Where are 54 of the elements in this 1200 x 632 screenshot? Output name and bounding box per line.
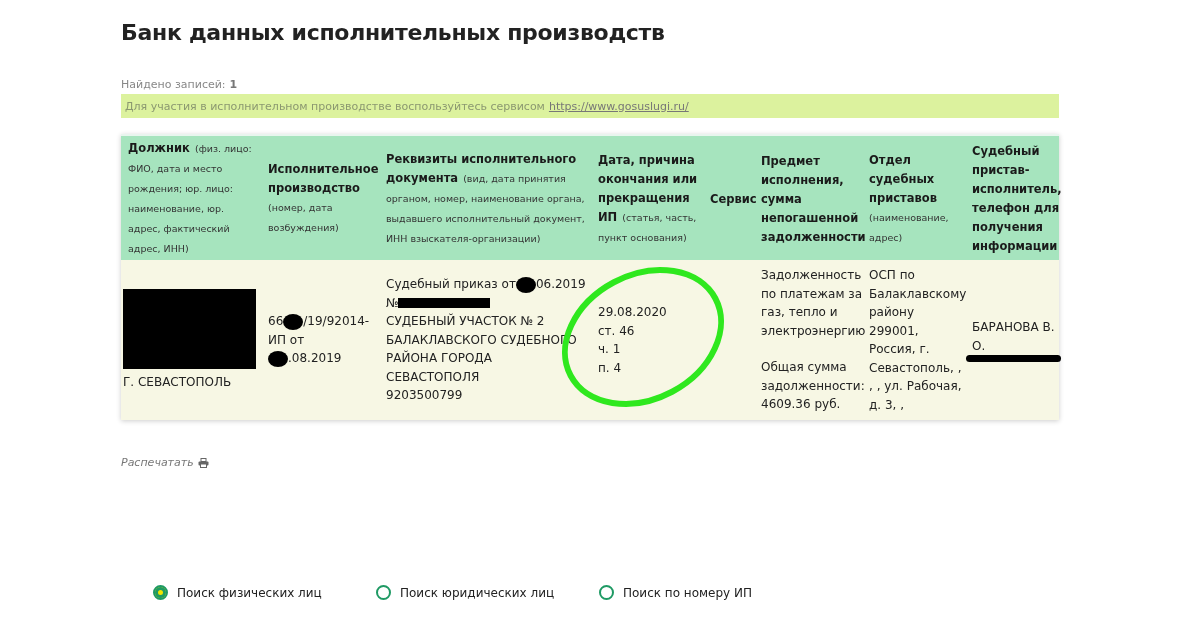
cell-text: 299001, bbox=[869, 322, 920, 340]
cell-text: 66 bbox=[268, 313, 284, 331]
cell-text: Общая сумма bbox=[761, 359, 848, 377]
cell-text: Г. СЕВАСТОПОЛЬ bbox=[123, 373, 233, 391]
column-header: Реквизиты исполнительного документа (вид, дата принятия органом, номер, наименование органа, выдавшего исполнительный документ, ИНН взыскателя-организации) bbox=[386, 150, 586, 246]
redaction-blot bbox=[268, 350, 288, 367]
cell-text: /19/92014- bbox=[303, 313, 370, 331]
cell-text: ст. 46 bbox=[598, 322, 636, 340]
cell-text: 29.08.2020 bbox=[598, 304, 667, 321]
column-header: Исполнительное производство (номер, дата возбуждения) bbox=[268, 161, 379, 235]
column-header: Дата, причина окончания или прекращения ИП (статья, часть, пункт основания) bbox=[598, 151, 699, 245]
redaction-blot bbox=[515, 276, 536, 293]
cell-text: ч. 1 bbox=[598, 341, 622, 358]
cell-text: РАЙОНА ГОРОДА bbox=[386, 349, 493, 368]
cell-text: по платежам за bbox=[761, 285, 863, 303]
cell-text: Россия, г. bbox=[869, 341, 931, 358]
cell-text: БАРАНОВА В. bbox=[972, 319, 1056, 336]
cell-text: району bbox=[869, 304, 916, 321]
cell-text: задолженности: bbox=[761, 377, 866, 395]
column-header: Сервис bbox=[710, 190, 757, 208]
redaction-blot bbox=[283, 313, 304, 330]
column-header: Отдел судебных приставов (наименование, адрес) bbox=[869, 151, 950, 245]
cell-text: Судебный приказ от bbox=[386, 276, 516, 294]
cell-text: 06.2019 bbox=[535, 276, 586, 294]
cell-text: д. 3, , bbox=[869, 396, 905, 414]
cell-text: ОСП по bbox=[869, 267, 916, 284]
cell-text: электроэнергию bbox=[761, 322, 866, 340]
printer-icon bbox=[197, 457, 209, 468]
notice-text: Для участия в исполнительном производстве воспользуйтесь сервисом bbox=[125, 99, 545, 113]
cell-text: Севастополь, , bbox=[869, 359, 963, 377]
gosuslugi-link[interactable]: https://www.gosuslugi.ru/ bbox=[548, 99, 689, 113]
search-mode-radio[interactable]: Поиск по номеру ИП bbox=[599, 585, 822, 600]
cell-text: О. bbox=[972, 337, 987, 355]
print-link[interactable]: Распечатать bbox=[121, 456, 209, 469]
column-header: Предмет исполнения, сумма непогашенной задолженности bbox=[761, 152, 866, 246]
column-header: Судебный пристав-исполнитель, телефон для получения информации bbox=[972, 143, 1062, 255]
cell-text: п. 4 bbox=[598, 359, 623, 377]
column-header: Должник (физ. лицо: ФИО, дата и место рождения; юр. лицо: наименование, юр. адрес, фактический адрес, ИНН) bbox=[128, 140, 253, 256]
cell-text: № bbox=[386, 294, 399, 312]
cell-text: газ, тепло и bbox=[761, 304, 839, 322]
cell-text: ИП от bbox=[268, 331, 306, 349]
cell-text: Балаклавскому bbox=[869, 285, 967, 303]
cell-text: .08.2019 bbox=[288, 350, 342, 368]
cell-text: СЕВАСТОПОЛЯ bbox=[386, 368, 481, 386]
cell-text: Задолженность bbox=[761, 267, 863, 285]
cell-text: 9203500799 bbox=[386, 387, 464, 405]
cell-text: СУДЕБНЫЙ УЧАСТОК № 2 bbox=[386, 312, 546, 331]
search-mode-radio[interactable]: Поиск физических лиц bbox=[153, 585, 376, 600]
records-found-label: Найдено записей: bbox=[121, 78, 226, 93]
records-found-count: 1 bbox=[229, 78, 238, 93]
search-mode-radio[interactable]: Поиск юридических лиц bbox=[376, 585, 599, 600]
cell-text: 4609.36 руб. bbox=[761, 396, 842, 414]
page-title: Банк данных исполнительных производств bbox=[121, 20, 666, 45]
cell-text: , , ул. Рабочая, bbox=[869, 378, 963, 395]
